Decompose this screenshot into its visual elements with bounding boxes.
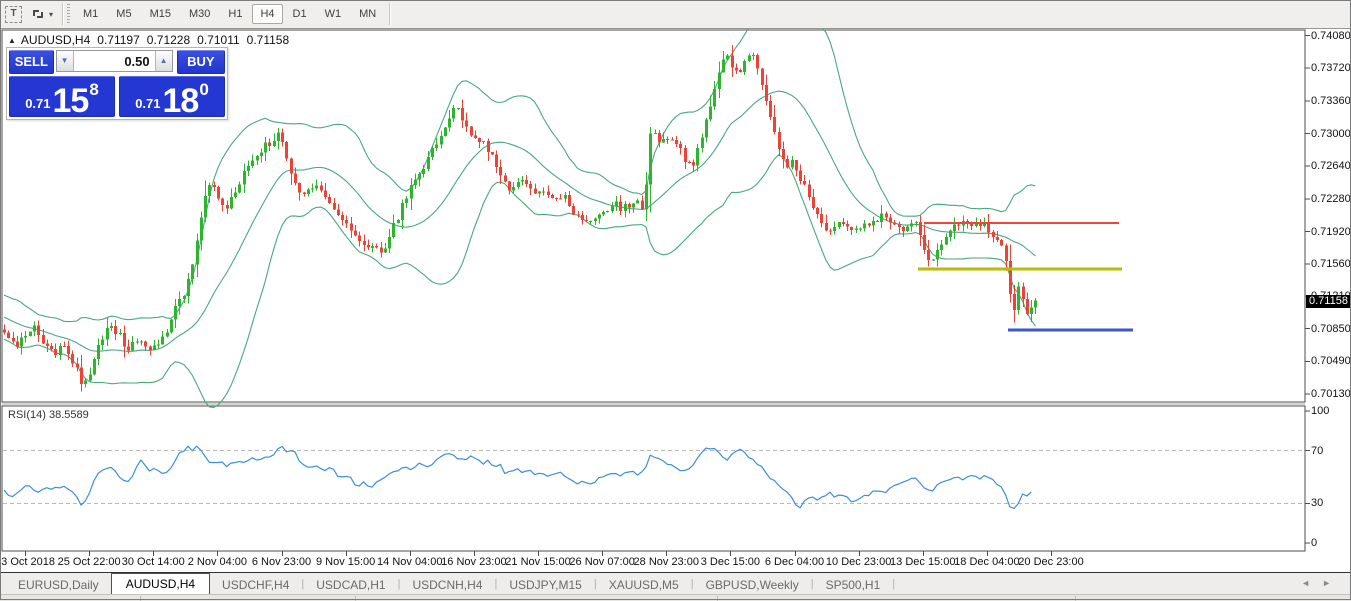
timeframe-button-m30[interactable]: M30 [181,4,218,24]
timeframe-button-w1[interactable]: W1 [317,4,350,24]
price-axis-label: 0.72280 [1311,193,1351,205]
tab-usdcnh-h4[interactable]: USDCNH,H4 [400,575,494,595]
volume-stepper: ▼ ▲ [56,50,173,72]
volume-increase-button[interactable]: ▲ [155,51,172,71]
tab-scroll-left-icon[interactable]: ◄ [1301,578,1322,588]
buy-price-prefix: 0.71 [135,96,160,111]
cursor-tool-icon [30,7,46,21]
timeframe-button-h1[interactable]: H1 [220,4,250,24]
tab-sp500-h1[interactable]: SP500,H1 [814,575,893,595]
status-divider [355,596,356,601]
bollinger-lower-band [4,155,1035,408]
timeframe-toolbar: M1M5M15M30H1H4D1W1MN [74,4,385,24]
price-axis-label: 0.70490 [1311,355,1351,367]
quote-close: 0.71158 [247,33,290,47]
status-divider [1075,596,1076,601]
text-tool-button[interactable]: T [2,3,25,25]
price-axis-label: 0.72640 [1311,160,1351,172]
toolbar-separator [389,3,391,25]
buy-price-panel[interactable]: 0.71 18 0 [119,76,225,117]
timeframe-button-m15[interactable]: M15 [142,4,179,24]
buy-button[interactable]: BUY [177,50,225,74]
timeframe-button-m5[interactable]: M5 [108,4,139,24]
chart-tabs: EURUSD,DailyAUDUSD,H4USDCHF,H4 | USDCAD,H1… [6,573,895,595]
buy-price-big: 18 [163,86,199,116]
price-axis-label: 0.74080 [1311,30,1351,42]
tab-audusd-h4[interactable]: AUDUSD,H4 [111,573,210,595]
rsi-line [4,446,1031,508]
chevron-down-icon: ▾ [49,10,53,19]
price-axis-label: 0.73360 [1311,95,1351,107]
symbol-title: AUDUSD,H4 [21,33,90,47]
price-axis-label: 0.73000 [1311,128,1351,140]
quote-high: 0.71228 [147,33,190,47]
sell-button[interactable]: SELL [9,50,54,74]
price-axis-label: 0.71920 [1311,226,1351,238]
price-axis-label: 0.70850 [1311,323,1351,335]
tab-gbpusd-weekly[interactable]: GBPUSD,Weekly [694,575,811,595]
rsi-indicator-label: RSI(14) 38.5589 [8,409,89,421]
volume-decrease-button[interactable]: ▼ [57,51,74,71]
toolbar: T ▾ M1M5M15M30H1H4D1W1MN [0,0,1351,29]
price-axis-label: 0.71560 [1311,258,1351,270]
cursor-tool-button[interactable]: ▾ [27,3,56,25]
buy-price-pip: 0 [199,80,208,100]
timeframe-button-d1[interactable]: D1 [285,4,315,24]
text-tool-icon: T [5,6,22,23]
collapse-panel-icon[interactable]: ▲ [8,36,16,45]
tab-separator: | [892,578,895,590]
one-click-trading-panel: SELL ▼ ▲ BUY 0.71 15 8 0.71 18 0 [6,47,228,120]
status-divider [140,596,141,601]
timeframe-button-mn[interactable]: MN [351,4,384,24]
price-axis-label: 0.70130 [1311,388,1351,400]
volume-input[interactable] [74,51,155,71]
tab-usdchf-h4[interactable]: USDCHF,H4 [210,575,301,595]
quote-low: 0.71011 [197,33,240,47]
panel-splitter[interactable] [2,403,1305,405]
sell-price-prefix: 0.71 [25,96,50,111]
chevron-down-icon: ▼ [61,57,69,65]
toolbar-grip[interactable] [67,4,70,24]
tab-scroll-right-icon[interactable]: ► [1322,578,1343,588]
price-axis-label: 0.73720 [1311,62,1351,74]
sell-price-big: 15 [53,86,89,116]
tab-xauusd-m5[interactable]: XAUUSD,M5 [597,575,691,595]
toolbar-separator [62,3,64,25]
timeframe-button-m1[interactable]: M1 [75,4,106,24]
tab-usdjpy-m15[interactable]: USDJPY,M15 [497,575,593,595]
quote-open: 0.71197 [97,33,140,47]
sell-price-pip: 8 [89,80,98,100]
tab-eurusd-daily[interactable]: EURUSD,Daily [6,575,111,595]
rsi-plot-border [2,406,1305,551]
chevron-up-icon: ▲ [160,57,168,65]
current-price-box: 0.71158 [1306,295,1351,308]
chart-tab-bar: EURUSD,DailyAUDUSD,H4USDCHF,H4 | USDCAD,H1… [0,572,1351,595]
timeframe-button-h4[interactable]: H4 [252,4,282,24]
tab-usdcad-h1[interactable]: USDCAD,H1 [304,575,397,595]
symbol-header: ▲ AUDUSD,H4 0.71197 0.71228 0.71011 0.71158 [8,33,289,47]
sell-price-panel[interactable]: 0.71 15 8 [9,76,115,117]
status-divider [717,596,718,601]
